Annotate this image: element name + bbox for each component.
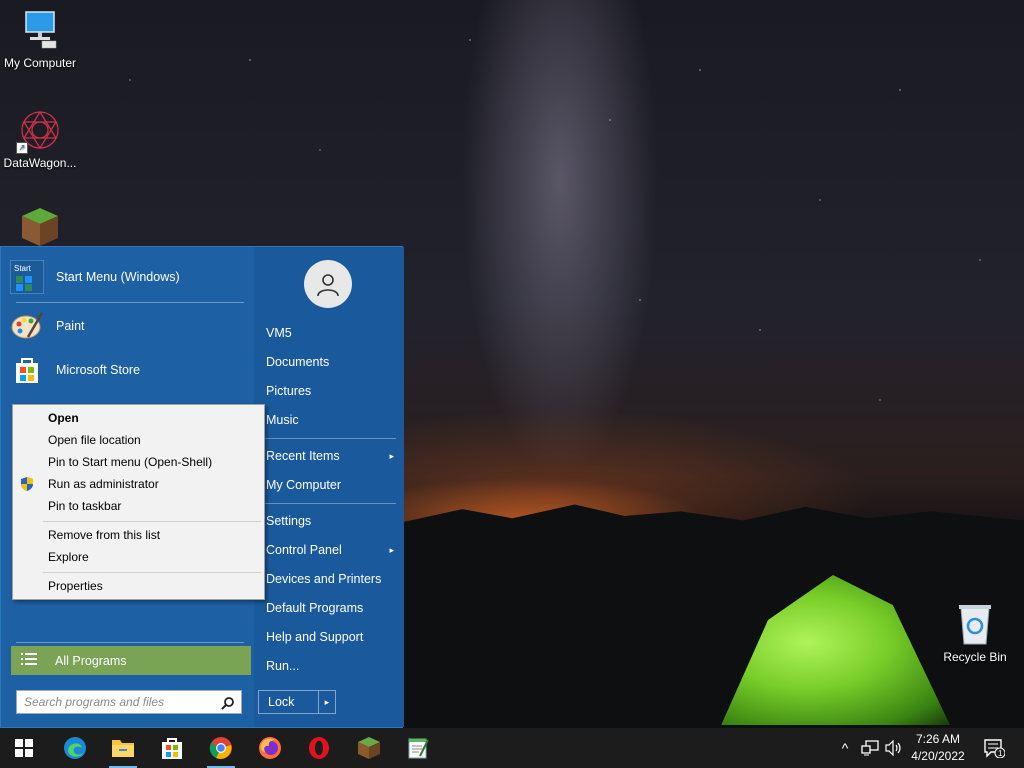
clock-date: 4/20/2022 — [911, 749, 965, 763]
start-right-run[interactable]: Run... — [266, 655, 394, 677]
start-right-documents[interactable]: Documents — [266, 351, 394, 373]
clock-time: 7:26 AM — [915, 732, 961, 746]
ctx-separator — [43, 572, 261, 573]
all-programs-label: All Programs — [55, 653, 127, 668]
start-right-pictures[interactable]: Pictures — [266, 380, 394, 402]
start-right-music[interactable]: Music — [266, 409, 394, 431]
notification-center-icon[interactable]: 1 — [980, 734, 1008, 762]
file-explorer-icon[interactable] — [109, 734, 137, 762]
ctx-separator — [43, 521, 261, 522]
opera-icon[interactable] — [305, 734, 333, 762]
ctx-open[interactable]: Open — [48, 408, 258, 428]
paint-icon — [10, 309, 44, 343]
start-item-label: Paint — [56, 319, 85, 333]
start-item-microsoft-store[interactable]: Microsoft Store — [10, 350, 250, 390]
lock-button-group: Lock ▸ — [258, 690, 336, 714]
desktop-icon-recycle-bin[interactable]: Recycle Bin — [935, 602, 1015, 664]
start-right-settings[interactable]: Settings — [266, 510, 394, 532]
firefox-icon[interactable] — [256, 734, 284, 762]
notepad-icon[interactable] — [404, 734, 432, 762]
start-item-paint[interactable]: Paint — [10, 306, 250, 346]
network-icon[interactable] — [859, 734, 881, 762]
desktop-icon-my-computer[interactable]: My Computer — [0, 8, 80, 70]
minecraft-block-icon — [18, 206, 62, 250]
search-icon[interactable] — [221, 695, 235, 717]
ctx-pin-to-start-menu[interactable]: Pin to Start menu (Open-Shell) — [48, 452, 258, 472]
volume-icon[interactable] — [883, 734, 905, 762]
computer-icon — [18, 8, 62, 52]
minecraft-icon[interactable] — [355, 734, 383, 762]
store-icon — [10, 353, 44, 387]
desktop-icon-label: Recycle Bin — [943, 650, 1007, 664]
start-item-label: Microsoft Store — [56, 363, 141, 377]
ctx-pin-to-taskbar[interactable]: Pin to taskbar — [48, 496, 258, 516]
search-placeholder: Search programs and files — [24, 695, 165, 709]
start-right-devices-and-printers[interactable]: Devices and Printers — [266, 568, 394, 590]
submenu-arrow-icon: ▸ — [389, 545, 394, 555]
start-menu-separator — [16, 642, 244, 643]
taskbar: ^ 7:26 AM 4/20/2022 1 — [0, 728, 1024, 768]
ctx-open-file-location[interactable]: Open file location — [48, 430, 258, 450]
taskbar-clock[interactable]: 7:26 AM 4/20/2022 — [905, 731, 971, 765]
start-right-vm5[interactable]: VM5 — [266, 322, 394, 344]
lock-button[interactable]: Lock — [259, 691, 318, 713]
search-programs-input[interactable]: Search programs and files — [16, 690, 242, 714]
start-right-default-programs[interactable]: Default Programs — [266, 597, 394, 619]
context-menu: Open Open file location Pin to Start men… — [12, 404, 265, 600]
start-menu-separator — [262, 503, 396, 504]
notification-count: 1 — [998, 749, 1003, 758]
start-item-label: Start Menu (Windows) — [56, 270, 180, 284]
start-menu-separator — [16, 302, 244, 303]
edge-icon[interactable] — [61, 734, 89, 762]
ctx-run-as-administrator[interactable]: Run as administrator — [48, 474, 258, 494]
lock-options-chevron-icon[interactable]: ▸ — [317, 691, 335, 713]
svg-text:Start: Start — [14, 264, 32, 273]
all-programs-button[interactable]: All Programs — [11, 646, 251, 675]
list-icon — [21, 652, 41, 669]
uac-shield-icon — [20, 476, 34, 495]
start-item-start-menu-windows[interactable]: Start Start Menu (Windows) — [10, 257, 250, 297]
store-icon[interactable] — [158, 734, 186, 762]
start-right-recent-items[interactable]: Recent Items ▸ — [266, 445, 394, 467]
ctx-properties[interactable]: Properties — [48, 576, 258, 596]
start-right-help-and-support[interactable]: Help and Support — [266, 626, 394, 648]
recycle-bin-icon — [953, 602, 997, 646]
ctx-remove-from-list[interactable]: Remove from this list — [48, 525, 258, 545]
tray-overflow-chevron-icon[interactable]: ^ — [834, 734, 856, 762]
user-avatar[interactable] — [304, 260, 352, 308]
start-menu-app-icon: Start — [10, 260, 44, 294]
user-icon — [317, 274, 339, 297]
submenu-arrow-icon: ▸ — [389, 451, 394, 461]
desktop-icon-label: My Computer — [3, 56, 77, 70]
ctx-explore[interactable]: Explore — [48, 547, 258, 567]
start-menu-separator — [262, 438, 396, 439]
start-right-my-computer[interactable]: My Computer — [266, 474, 394, 496]
start-right-control-panel[interactable]: Control Panel ▸ — [266, 539, 394, 561]
shortcut-arrow-icon: ↗ — [16, 142, 28, 154]
chrome-icon[interactable] — [207, 734, 235, 762]
windows-start-icon[interactable] — [10, 734, 38, 762]
desktop-icon-datawagon[interactable]: ↗ DataWagon... — [0, 108, 80, 170]
desktop-icon-label: DataWagon... — [3, 156, 77, 170]
datawagon-icon: ↗ — [16, 108, 62, 154]
